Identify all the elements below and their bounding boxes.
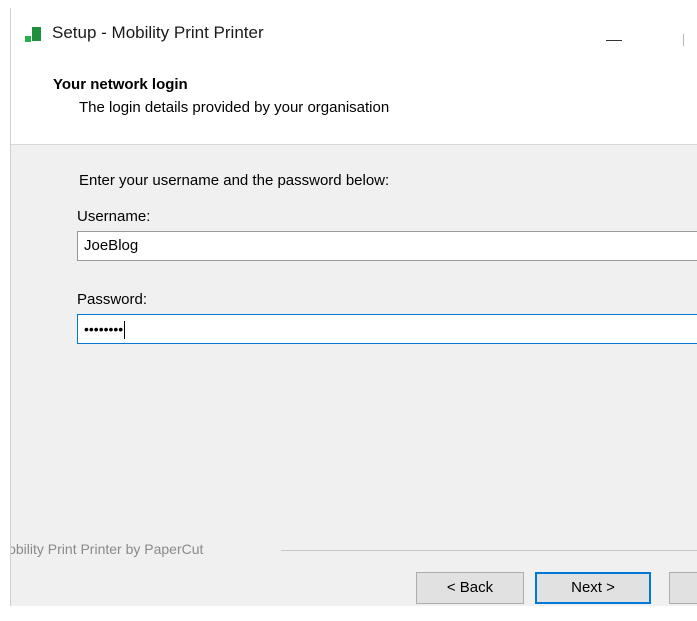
minimize-icon: [606, 40, 622, 41]
password-field[interactable]: ••••••••: [77, 314, 697, 344]
app-icon-large-square: [32, 27, 41, 41]
branding-row: lobility Print Printer by PaperCut: [11, 541, 697, 559]
page-subtitle: The login details provided by your organ…: [79, 99, 390, 116]
title-bar: Setup - Mobility Print Printer: [11, 8, 697, 58]
app-icon: [25, 27, 42, 43]
username-field[interactable]: JoeBlog: [77, 231, 697, 261]
cancel-button[interactable]: [669, 572, 697, 604]
page-title: Your network login: [53, 76, 188, 93]
username-value: JoeBlog: [84, 237, 139, 254]
back-button[interactable]: < Back: [416, 572, 524, 604]
maximize-button[interactable]: [671, 16, 697, 50]
wizard-header: Your network login The login details pro…: [11, 58, 697, 145]
password-label: Password:: [77, 291, 148, 308]
branding-text: lobility Print Printer by PaperCut: [11, 541, 210, 557]
window-title: Setup - Mobility Print Printer: [52, 23, 264, 42]
app-icon-small-square: [25, 36, 31, 42]
minimize-button[interactable]: [591, 16, 637, 50]
maximize-icon: [683, 34, 694, 46]
next-button[interactable]: Next >: [535, 572, 651, 604]
password-value: ••••••••: [84, 321, 124, 337]
setup-wizard-window: Setup - Mobility Print Printer Your netw…: [10, 8, 697, 606]
username-label: Username:: [77, 208, 151, 225]
text-caret: [124, 321, 126, 340]
instruction-text: Enter your username and the password bel…: [79, 172, 390, 189]
branding-divider: [281, 550, 697, 551]
